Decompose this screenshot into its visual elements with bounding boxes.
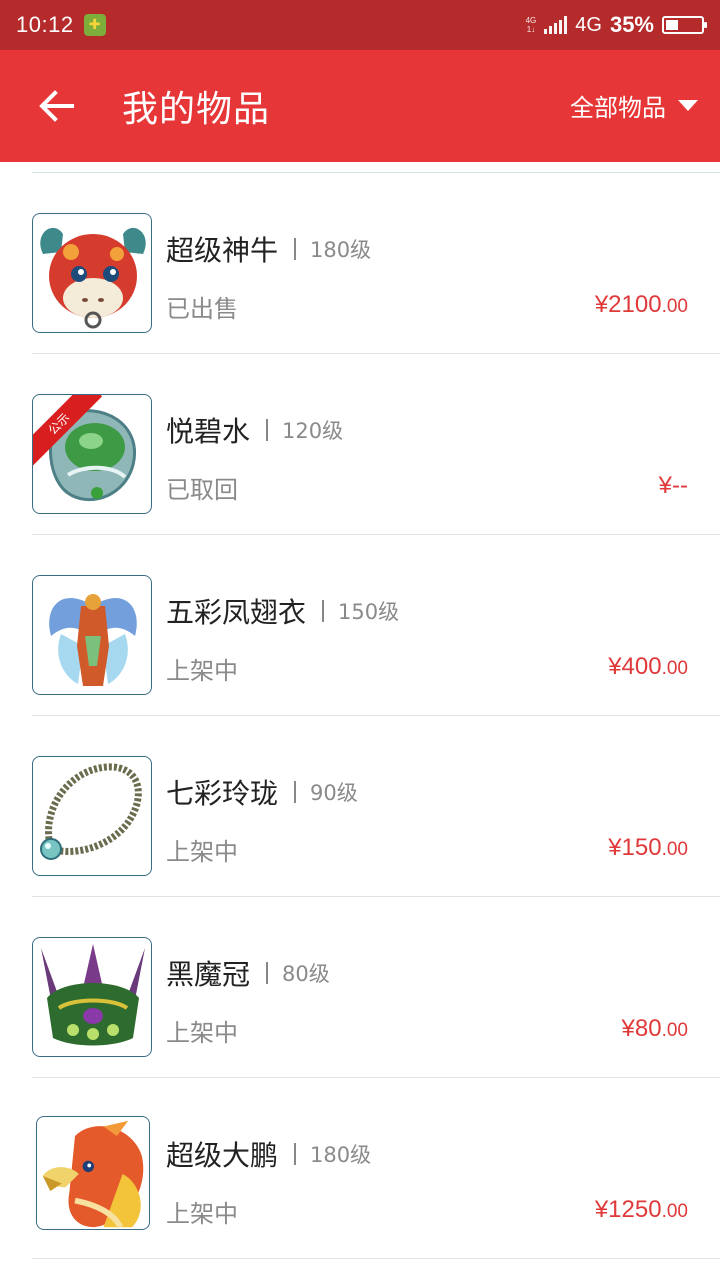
price-main: ¥2100: [594, 291, 662, 318]
item-status: 已取回: [166, 476, 238, 504]
price-decimal: .00: [661, 296, 688, 317]
item-status: 上架中: [166, 1200, 238, 1228]
item-title-row: 五彩凤翅衣 150级: [166, 591, 399, 631]
item-name: 五彩凤翅衣: [166, 596, 307, 629]
item-price: ¥150.00: [608, 834, 688, 862]
network-type: 4G: [575, 13, 602, 36]
phoenix-robe-icon: [32, 575, 152, 695]
app-bar: 我的物品 全部物品: [0, 50, 720, 162]
list-item[interactable]: 超级神牛 180级 已出售 ¥2100.00: [0, 173, 720, 354]
item-title-row: 黑魔冠 80级: [166, 953, 330, 993]
item-price: ¥80.00: [622, 1015, 688, 1043]
price-main: ¥80: [621, 1015, 662, 1042]
caret-down-icon: [678, 100, 698, 111]
separator: [294, 781, 297, 803]
item-name: 七彩玲珑: [166, 777, 279, 810]
item-price: ¥--: [659, 472, 688, 500]
separator: [294, 238, 297, 260]
battery-fill: [666, 20, 678, 30]
network-activity-icon: 4G 1↓: [525, 16, 537, 34]
roc-bird-icon: [36, 1116, 150, 1230]
price-decimal: .00: [661, 1020, 688, 1041]
item-level: 180级: [310, 238, 372, 262]
item-status: 上架中: [166, 1019, 238, 1047]
filter-label: 全部物品: [570, 94, 666, 122]
price-decimal: .00: [661, 658, 688, 679]
price-main: ¥150: [608, 834, 662, 861]
price-main: ¥--: [658, 472, 688, 499]
item-price: ¥2100.00: [595, 291, 688, 319]
item-price: ¥1250.00: [595, 1196, 688, 1224]
signal-strength-icon: [544, 16, 568, 34]
list-item[interactable]: 超级大鹏 180级 上架中 ¥1250.00: [0, 1078, 720, 1259]
item-level: 180级: [310, 1143, 372, 1167]
list-item[interactable]: 黑魔冠 80级 上架中 ¥80.00: [0, 897, 720, 1078]
item-level: 90级: [310, 781, 358, 805]
item-level: 80级: [282, 962, 330, 986]
demon-crown-icon: [32, 937, 152, 1057]
divider: [32, 1258, 720, 1259]
status-bar: 10:12 ✚ 4G 1↓ 4G 35%: [0, 0, 720, 50]
battery-icon: [662, 16, 707, 34]
item-name: 悦碧水: [166, 415, 251, 448]
arrow-left-icon: [39, 90, 74, 122]
jade-charm-icon: 公示: [32, 394, 152, 514]
price-main: ¥400: [608, 653, 662, 680]
battery-percent: 35%: [609, 12, 654, 37]
item-status: 上架中: [166, 657, 238, 685]
list-item[interactable]: 公示 悦碧水 120级 已取回 ¥--: [0, 354, 720, 535]
item-title-row: 七彩玲珑 90级: [166, 772, 358, 812]
list-item[interactable]: 五彩凤翅衣 150级 上架中 ¥400.00: [0, 535, 720, 716]
bull-mount-icon: [32, 213, 152, 333]
price-decimal: .00: [661, 839, 688, 860]
item-list: 超级神牛 180级 已出售 ¥2100.00 公示 悦碧水 120级 已取回 ¥…: [0, 162, 720, 1280]
bead-necklace-icon: [32, 756, 152, 876]
price-decimal: .00: [661, 1201, 688, 1222]
clock: 10:12: [16, 12, 74, 37]
filter-dropdown[interactable]: 全部物品: [570, 88, 698, 123]
separator: [294, 1143, 297, 1165]
item-level: 150级: [338, 600, 400, 624]
item-status: 已出售: [166, 295, 238, 323]
separator: [266, 419, 269, 441]
item-title-row: 悦碧水 120级: [166, 410, 343, 450]
item-price: ¥400.00: [608, 653, 688, 681]
item-status: 上架中: [166, 838, 238, 866]
item-name: 超级神牛: [166, 234, 279, 267]
back-button[interactable]: [26, 76, 86, 136]
price-main: ¥1250: [594, 1196, 662, 1223]
status-right: 4G 1↓ 4G 35%: [525, 12, 707, 38]
list-item[interactable]: 七彩玲珑 90级 上架中 ¥150.00: [0, 716, 720, 897]
item-level: 120级: [282, 419, 344, 443]
item-title-row: 超级神牛 180级: [166, 229, 371, 269]
separator: [322, 600, 325, 622]
item-title-row: 超级大鹏 180级: [166, 1134, 371, 1174]
item-name: 超级大鹏: [166, 1139, 279, 1172]
page-title: 我的物品: [122, 89, 271, 130]
app-notification-icon: ✚: [83, 14, 106, 36]
status-left: 10:12 ✚: [16, 12, 106, 38]
item-name: 黑魔冠: [166, 958, 251, 991]
separator: [266, 962, 269, 984]
